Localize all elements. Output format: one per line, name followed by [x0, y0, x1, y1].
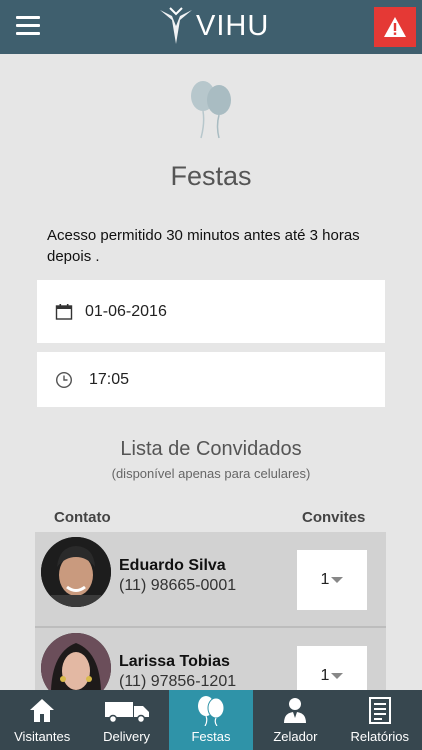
guest-row[interactable]: Eduardo Silva (11) 98665-0001 1	[35, 532, 386, 628]
alert-button[interactable]	[374, 7, 416, 47]
nav-item-visitantes[interactable]: Visitantes	[0, 690, 84, 750]
nav-item-delivery[interactable]: Delivery	[84, 690, 168, 750]
date-field[interactable]: 01-06-2016	[37, 280, 385, 343]
chevron-down-icon	[331, 673, 344, 679]
guest-phone: (11) 97856-1201	[119, 673, 237, 690]
invite-count-value: 1	[320, 667, 330, 684]
guest-list-title: Lista de Convidados	[120, 438, 302, 460]
nav-label: Delivery	[103, 729, 151, 744]
column-header-contact: Contato	[54, 509, 111, 526]
column-header-invites: Convites	[302, 509, 366, 526]
guest-phone: (11) 98665-0001	[119, 577, 237, 594]
access-notice: Acesso permitido 30 minutos antes até 3 …	[47, 227, 360, 265]
invite-count-value: 1	[320, 571, 330, 588]
hamburger-menu-icon[interactable]	[16, 16, 40, 36]
brand-logo: VIHU	[158, 6, 269, 46]
vihu-logo-mark-icon	[160, 7, 192, 44]
report-icon	[368, 697, 391, 724]
nav-label: Zelador	[273, 729, 318, 744]
warning-triangle-icon	[384, 17, 406, 37]
nav-item-zelador[interactable]: Zelador	[253, 690, 337, 750]
brand-name: VIHU	[196, 9, 270, 42]
balloons-icon	[197, 696, 225, 726]
guest-list-subtitle: (disponível apenas para celulares)	[111, 466, 311, 481]
date-value: 01-06-2016	[85, 302, 167, 320]
clock-icon	[55, 371, 73, 388]
invite-count-select[interactable]: 1	[297, 550, 367, 610]
avatar	[41, 537, 111, 607]
page-title: Festas	[170, 161, 252, 191]
chevron-down-icon	[331, 577, 344, 583]
concierge-icon	[284, 698, 307, 723]
balloons-icon	[191, 81, 231, 139]
nav-item-festas[interactable]: Festas	[168, 690, 254, 750]
house-icon	[30, 699, 55, 722]
nav-label: Festas	[191, 729, 231, 744]
time-value: 17:05	[89, 370, 130, 388]
nav-label: Visitantes	[14, 729, 71, 744]
guest-name: Larissa Tobias	[119, 653, 230, 670]
guest-name: Eduardo Silva	[119, 557, 226, 574]
truck-icon	[104, 702, 149, 724]
nav-label: Relatórios	[350, 729, 410, 744]
time-field[interactable]: 17:05	[37, 352, 385, 407]
bottom-navigation: Visitantes Delivery Festas Zelador Relat…	[0, 690, 422, 750]
nav-item-relatorios[interactable]: Relatórios	[338, 690, 422, 750]
calendar-icon	[55, 303, 73, 320]
top-app-bar: VIHU	[0, 0, 422, 54]
